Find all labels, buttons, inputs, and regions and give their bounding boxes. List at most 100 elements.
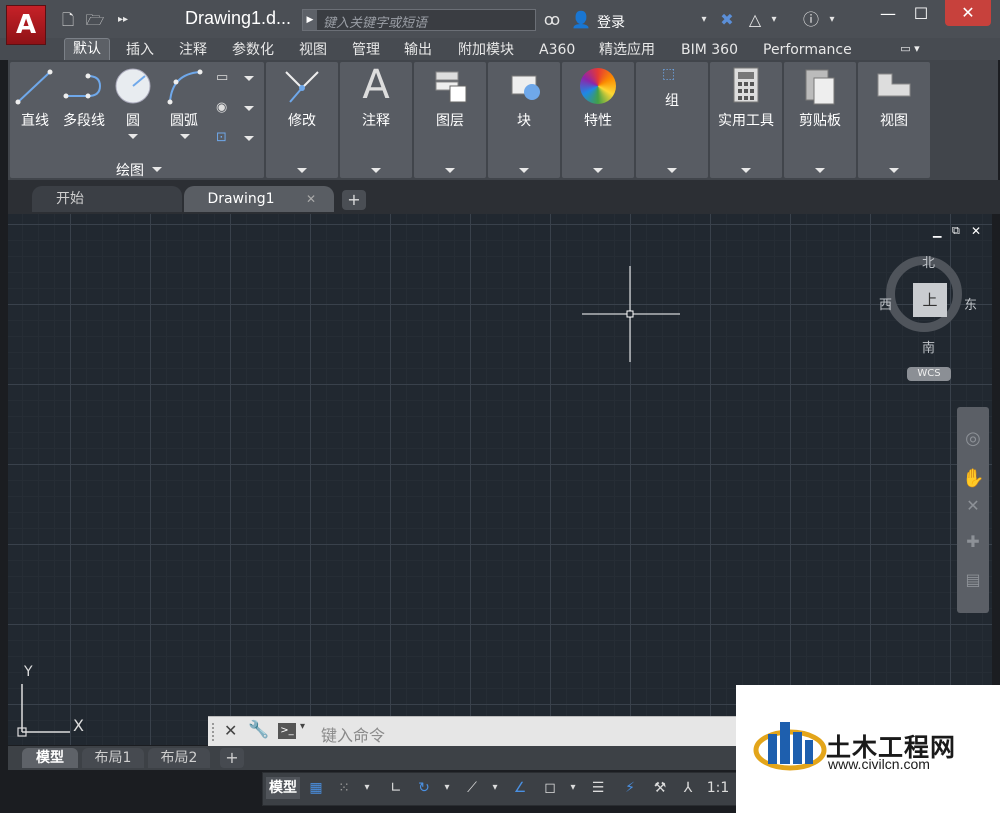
- tab-start[interactable]: 开始: [32, 186, 182, 212]
- showmotion-icon[interactable]: ▤: [962, 570, 984, 589]
- tool-circle-label[interactable]: 圆: [120, 110, 146, 130]
- orbit-icon[interactable]: ✚: [962, 532, 984, 551]
- lineweight-icon[interactable]: ☰: [586, 777, 610, 799]
- snap-dropdown-icon[interactable]: ▾: [360, 777, 374, 799]
- close-tab-icon[interactable]: ✕: [306, 186, 316, 212]
- ribbon-minimize-icon[interactable]: ▭ ▾: [893, 41, 927, 57]
- viewcube-north[interactable]: 北: [922, 252, 935, 271]
- more-tools-icon[interactable]: ▸▸: [112, 10, 134, 30]
- command-input-placeholder[interactable]: 键入命令: [321, 722, 385, 746]
- boundary-icon[interactable]: ⊡: [216, 130, 236, 145]
- login-dropdown-icon[interactable]: ▾: [698, 9, 710, 31]
- viewport-minimize-icon[interactable]: ▁: [933, 225, 945, 238]
- login-label[interactable]: 登录: [597, 12, 625, 32]
- binoculars-icon[interactable]: ꝏ: [540, 9, 564, 31]
- tool-line-label[interactable]: 直线: [14, 110, 56, 130]
- viewcube-west[interactable]: 西: [879, 294, 892, 313]
- close-command-line-icon[interactable]: ✕: [224, 721, 237, 740]
- pan-hand-icon[interactable]: ✋: [962, 468, 984, 489]
- steering-wheel-icon[interactable]: ◎: [962, 428, 984, 449]
- close-window-button[interactable]: ✕: [945, 0, 991, 26]
- tab-performance[interactable]: Performance: [755, 40, 860, 60]
- object-snap-icon[interactable]: ◻: [538, 777, 562, 799]
- customize-wrench-icon[interactable]: 🔧: [248, 720, 269, 740]
- wcs-menu[interactable]: WCS: [907, 367, 951, 381]
- tab-output[interactable]: 输出: [396, 40, 440, 60]
- tab-a360[interactable]: A360: [531, 40, 583, 60]
- auto-scale-icon[interactable]: ⚒: [648, 777, 672, 799]
- tool-arc-label[interactable]: 圆弧: [164, 110, 204, 130]
- tab-model[interactable]: 模型: [22, 748, 78, 768]
- new-tab-button[interactable]: +: [342, 190, 366, 210]
- a360-dropdown-icon[interactable]: ▾: [768, 9, 780, 31]
- hatch-dropdown-icon[interactable]: [244, 106, 254, 111]
- boundary-dropdown-icon[interactable]: [244, 136, 254, 141]
- drawing-canvas[interactable]: [8, 214, 992, 745]
- rectangle-icon[interactable]: ▭: [216, 70, 236, 85]
- maximize-button[interactable]: ☐: [905, 3, 937, 25]
- a360-icon[interactable]: △: [744, 9, 766, 31]
- polyline-icon[interactable]: [62, 66, 106, 106]
- arc-icon[interactable]: [164, 66, 204, 106]
- tab-insert[interactable]: 插入: [118, 40, 162, 60]
- tool-polyline-label[interactable]: 多段线: [58, 110, 110, 130]
- recent-commands-icon[interactable]: >_: [278, 723, 296, 739]
- model-space-toggle[interactable]: 模型: [266, 777, 300, 799]
- user-icon[interactable]: 👤: [570, 9, 592, 31]
- new-layout-button[interactable]: +: [220, 748, 244, 768]
- ortho-icon[interactable]: ∟: [384, 777, 408, 799]
- tab-annotate[interactable]: 注释: [171, 40, 215, 60]
- utilities-dropdown-icon[interactable]: [741, 168, 751, 173]
- group-dropdown-icon[interactable]: [667, 168, 677, 173]
- annotation-visibility-icon[interactable]: ⚡: [618, 777, 642, 799]
- command-line[interactable]: ✕ 🔧 >_ ▾ 键入命令: [208, 716, 738, 747]
- tab-layout2[interactable]: 布局2: [148, 748, 210, 768]
- viewcube-top-face[interactable]: 上: [913, 283, 947, 317]
- scale-value[interactable]: 1:1: [704, 777, 732, 799]
- hatch-icon[interactable]: ◉: [216, 100, 236, 115]
- grid-icon[interactable]: ▦: [304, 777, 328, 799]
- block-dropdown-icon[interactable]: [519, 168, 529, 173]
- new-file-icon[interactable]: 🗋: [57, 10, 79, 30]
- isodraft-icon[interactable]: ⟋: [460, 777, 484, 799]
- tab-featured-apps[interactable]: 精选应用: [591, 40, 663, 60]
- modify-dropdown-icon[interactable]: [297, 168, 307, 173]
- application-menu-button[interactable]: A: [6, 5, 46, 45]
- draw-panel-dropdown-icon[interactable]: [152, 167, 162, 172]
- clipboard-dropdown-icon[interactable]: [815, 168, 825, 173]
- properties-dropdown-icon[interactable]: [593, 168, 603, 173]
- minimize-button[interactable]: —: [872, 3, 904, 25]
- annotation-dropdown-icon[interactable]: [371, 168, 381, 173]
- tab-view[interactable]: 视图: [291, 40, 335, 60]
- open-folder-icon[interactable]: 🗁: [84, 10, 106, 30]
- circle-icon[interactable]: [113, 66, 153, 106]
- search-expand-icon[interactable]: ▶: [303, 10, 317, 30]
- command-line-grip[interactable]: [212, 723, 218, 741]
- line-icon[interactable]: [14, 66, 54, 106]
- help-icon[interactable]: ⓘ: [800, 9, 822, 31]
- layers-dropdown-icon[interactable]: [445, 168, 455, 173]
- exchange-apps-icon[interactable]: ✖: [716, 9, 738, 31]
- object-snap-tracking-icon[interactable]: ∠: [508, 777, 532, 799]
- viewcube-east[interactable]: 东: [964, 294, 977, 313]
- zoom-extents-icon[interactable]: ✕: [962, 496, 984, 515]
- viewcube-south[interactable]: 南: [922, 337, 935, 356]
- rectangle-dropdown-icon[interactable]: [244, 76, 254, 81]
- isodraft-dropdown-icon[interactable]: ▾: [488, 777, 502, 799]
- object-snap-dropdown-icon[interactable]: ▾: [566, 777, 580, 799]
- tab-default[interactable]: 默认: [64, 38, 110, 61]
- tab-layout1[interactable]: 布局1: [82, 748, 144, 768]
- snap-icon[interactable]: ⁙: [332, 777, 356, 799]
- polar-dropdown-icon[interactable]: ▾: [440, 777, 454, 799]
- viewport-restore-icon[interactable]: ⧉: [952, 224, 964, 238]
- tab-manage[interactable]: 管理: [344, 40, 388, 60]
- viewport-close-icon[interactable]: ✕: [971, 224, 983, 238]
- tab-bim360[interactable]: BIM 360: [673, 40, 746, 60]
- polar-tracking-icon[interactable]: ↻: [412, 777, 436, 799]
- circle-dropdown-icon[interactable]: [128, 134, 138, 139]
- tab-parametric[interactable]: 参数化: [224, 40, 282, 60]
- view-dropdown-icon[interactable]: [889, 168, 899, 173]
- help-dropdown-icon[interactable]: ▾: [826, 9, 838, 31]
- search-input[interactable]: ▶ 键入关键字或短语: [302, 9, 536, 31]
- recent-commands-dropdown-icon[interactable]: ▾: [300, 721, 305, 732]
